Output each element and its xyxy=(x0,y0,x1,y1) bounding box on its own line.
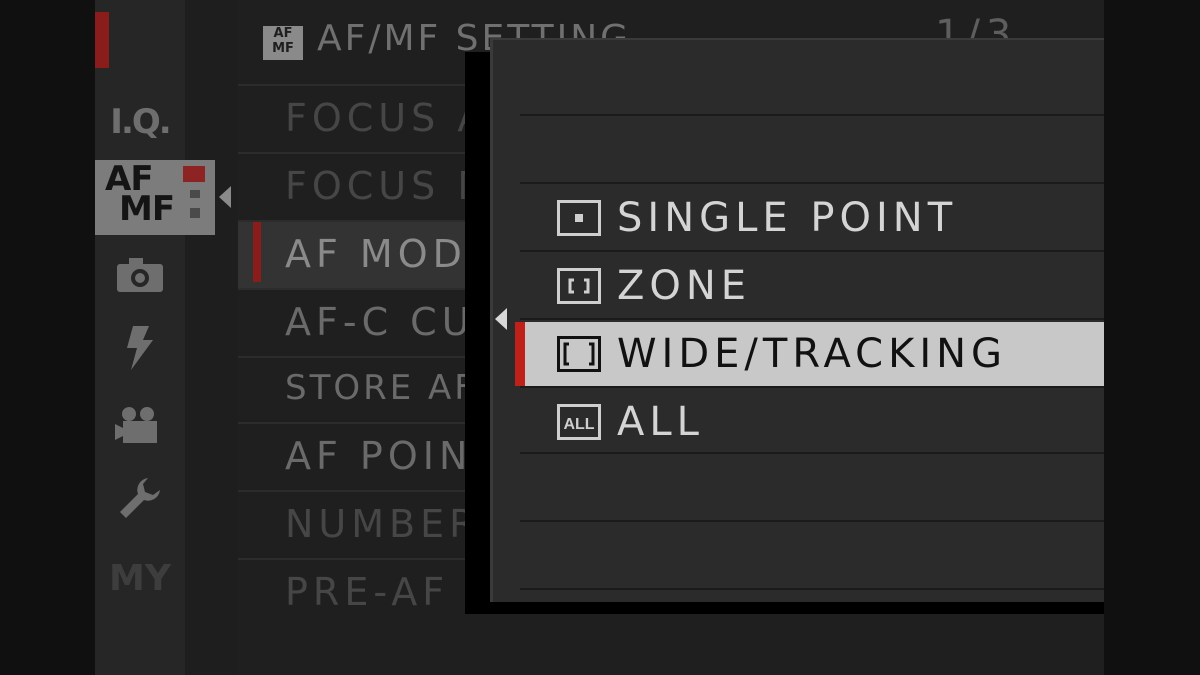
camera-icon xyxy=(117,258,163,292)
letterbox-left xyxy=(0,0,95,675)
option-label: ZONE xyxy=(617,263,752,309)
option-selection-marker xyxy=(515,322,525,386)
af-mode-popup xyxy=(490,38,1104,602)
option-single-point[interactable]: SINGLE POINT xyxy=(520,186,1104,250)
video-camera-icon xyxy=(115,407,157,443)
wrench-icon xyxy=(120,478,160,518)
all-icon-text: ALL xyxy=(563,416,594,433)
category-shooting[interactable] xyxy=(95,245,185,305)
popup-divider xyxy=(520,318,1104,320)
page-tab-marker xyxy=(95,12,109,68)
wide-tracking-icon xyxy=(557,336,601,372)
category-af-mf[interactable]: AF MF xyxy=(95,160,215,235)
category-af-mf-label: AF MF xyxy=(105,162,175,226)
option-wide-tracking[interactable]: WIDE/TRACKING xyxy=(515,322,1104,386)
category-my-menu-label: MY xyxy=(109,557,171,599)
af-mf-title-icon: AF MF xyxy=(263,26,303,60)
option-label: ALL xyxy=(617,399,704,445)
popup-pointer-icon xyxy=(495,308,507,330)
popup-divider xyxy=(520,386,1104,388)
option-all[interactable]: ALL ALL xyxy=(520,390,1104,454)
zone-icon xyxy=(557,268,601,304)
option-label: WIDE/TRACKING xyxy=(617,331,1008,377)
category-flash[interactable] xyxy=(95,318,185,378)
flash-icon xyxy=(127,326,153,370)
category-pointer-icon xyxy=(219,186,231,208)
single-point-icon xyxy=(557,200,601,236)
category-image-quality-label: I.Q. xyxy=(110,102,171,142)
camera-menu-screen: I.Q. AF MF MY AF MF AF/MF SETTING 1/3 FO… xyxy=(95,0,1104,675)
category-my-menu[interactable]: MY xyxy=(95,548,185,608)
title-icon-mf: MF xyxy=(272,41,294,56)
page-dot-active xyxy=(183,166,205,182)
popup-divider xyxy=(520,250,1104,252)
category-movie[interactable] xyxy=(95,395,185,455)
title-icon-af: AF xyxy=(273,26,293,41)
popup-divider xyxy=(520,588,1104,590)
option-label: SINGLE POINT xyxy=(617,195,958,241)
page-dot xyxy=(190,190,200,198)
all-icon: ALL xyxy=(557,404,601,440)
menu-selection-marker xyxy=(253,222,261,282)
page-dot xyxy=(190,208,200,218)
letterbox-right xyxy=(1104,0,1200,675)
popup-divider xyxy=(520,182,1104,184)
category-image-quality[interactable]: I.Q. xyxy=(95,92,185,152)
popup-divider xyxy=(520,114,1104,116)
sidebar-gap xyxy=(185,0,237,675)
popup-divider xyxy=(520,520,1104,522)
category-setup[interactable] xyxy=(95,468,185,528)
option-zone[interactable]: ZONE xyxy=(520,254,1104,318)
menu-item-label: PRE-AF xyxy=(285,570,450,614)
